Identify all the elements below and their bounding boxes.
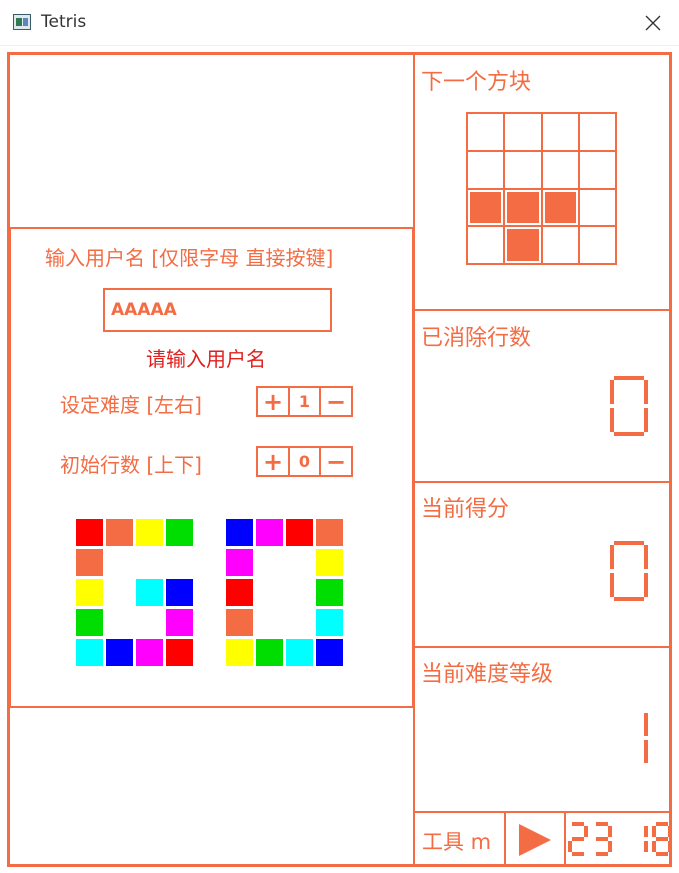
go-logo-o-block [226,579,253,606]
next-piece-cell [504,113,542,151]
app-icon [13,14,31,30]
divider-next [415,309,671,311]
next-piece-label: 下一个方块 [421,70,532,95]
score-label: 当前得分 [421,497,510,522]
go-logo-o-block [256,519,283,546]
initial-rows-value: 0 [288,448,321,475]
next-piece-cell [578,113,616,151]
dialog-title: 输入用户名 [仅限字母 直接按键] [45,246,334,270]
next-piece-cell [578,226,616,264]
go-logo-g-block [76,639,103,666]
go-logo-o-block [316,609,343,636]
level-value [640,709,648,767]
level-label: 当前难度等级 [421,662,554,687]
go-logo-g-block [76,579,103,606]
difficulty-stepper: + 1 − [256,386,353,417]
next-piece-cell [541,226,579,264]
play-button[interactable] [515,820,555,860]
difficulty-label: 设定难度 [左右] [60,393,202,417]
go-logo-g-block [76,609,103,636]
tools-menu[interactable]: 工具 m [422,826,491,856]
username-input[interactable]: AAAAA [103,288,332,332]
next-piece-cell [541,113,579,151]
go-logo-o-block [286,639,313,666]
title-bar: Tetris [0,0,679,46]
go-logo-o-block [316,579,343,606]
next-piece-block [467,188,505,227]
next-piece-grid [466,112,617,265]
clock-display [568,822,676,856]
go-logo-o-block [226,549,253,576]
initial-rows-minus-button[interactable]: − [321,448,351,475]
lines-cleared-label: 已消除行数 [421,326,532,351]
go-logo-o-block [226,519,253,546]
initial-rows-label: 初始行数 [上下] [60,453,202,477]
go-logo-g-block [136,579,163,606]
next-piece-cell [578,150,616,189]
window-title: Tetris [41,12,87,32]
username-hint: 请输入用户名 [146,347,266,371]
go-logo-g-block [166,639,193,666]
play-icon [519,824,551,856]
score-value [610,541,652,601]
initial-rows-stepper: + 0 − [256,446,353,477]
next-piece-block [504,188,542,227]
close-button[interactable] [636,6,670,40]
next-piece-cell [467,150,505,189]
next-piece-cell [467,113,505,151]
go-logo-g-block [106,519,133,546]
next-piece-cell [578,188,616,227]
divider-lines [415,481,671,483]
go-logo-o-block [316,549,343,576]
lines-cleared-value [610,376,652,436]
go-logo-g-block [106,639,133,666]
go-logo-o-block [256,639,283,666]
go-logo-g-block [166,579,193,606]
go-logo-o-block [316,519,343,546]
go-logo-o-block [286,519,313,546]
go-logo-g-block [136,639,163,666]
next-piece-cell [467,226,505,264]
initial-rows-plus-button[interactable]: + [258,448,288,475]
divider-score [415,646,671,648]
go-logo-g-block [76,549,103,576]
next-piece-block [541,188,579,227]
go-logo-o-block [316,639,343,666]
difficulty-minus-button[interactable]: − [321,388,351,415]
divider-footer-2 [564,813,566,865]
close-icon [645,15,661,31]
go-logo-g-block [166,609,193,636]
next-piece-cell [541,150,579,189]
go-logo-g-block [76,519,103,546]
next-piece-cell [504,150,542,189]
go-logo-o-block [226,609,253,636]
go-logo-g-block [136,519,163,546]
go-logo-o-block [226,639,253,666]
difficulty-plus-button[interactable]: + [258,388,288,415]
next-piece-block [504,226,542,264]
go-logo-g-block [166,519,193,546]
difficulty-value: 1 [288,388,321,415]
divider-footer-1 [504,813,506,865]
divider-footer [415,811,671,813]
